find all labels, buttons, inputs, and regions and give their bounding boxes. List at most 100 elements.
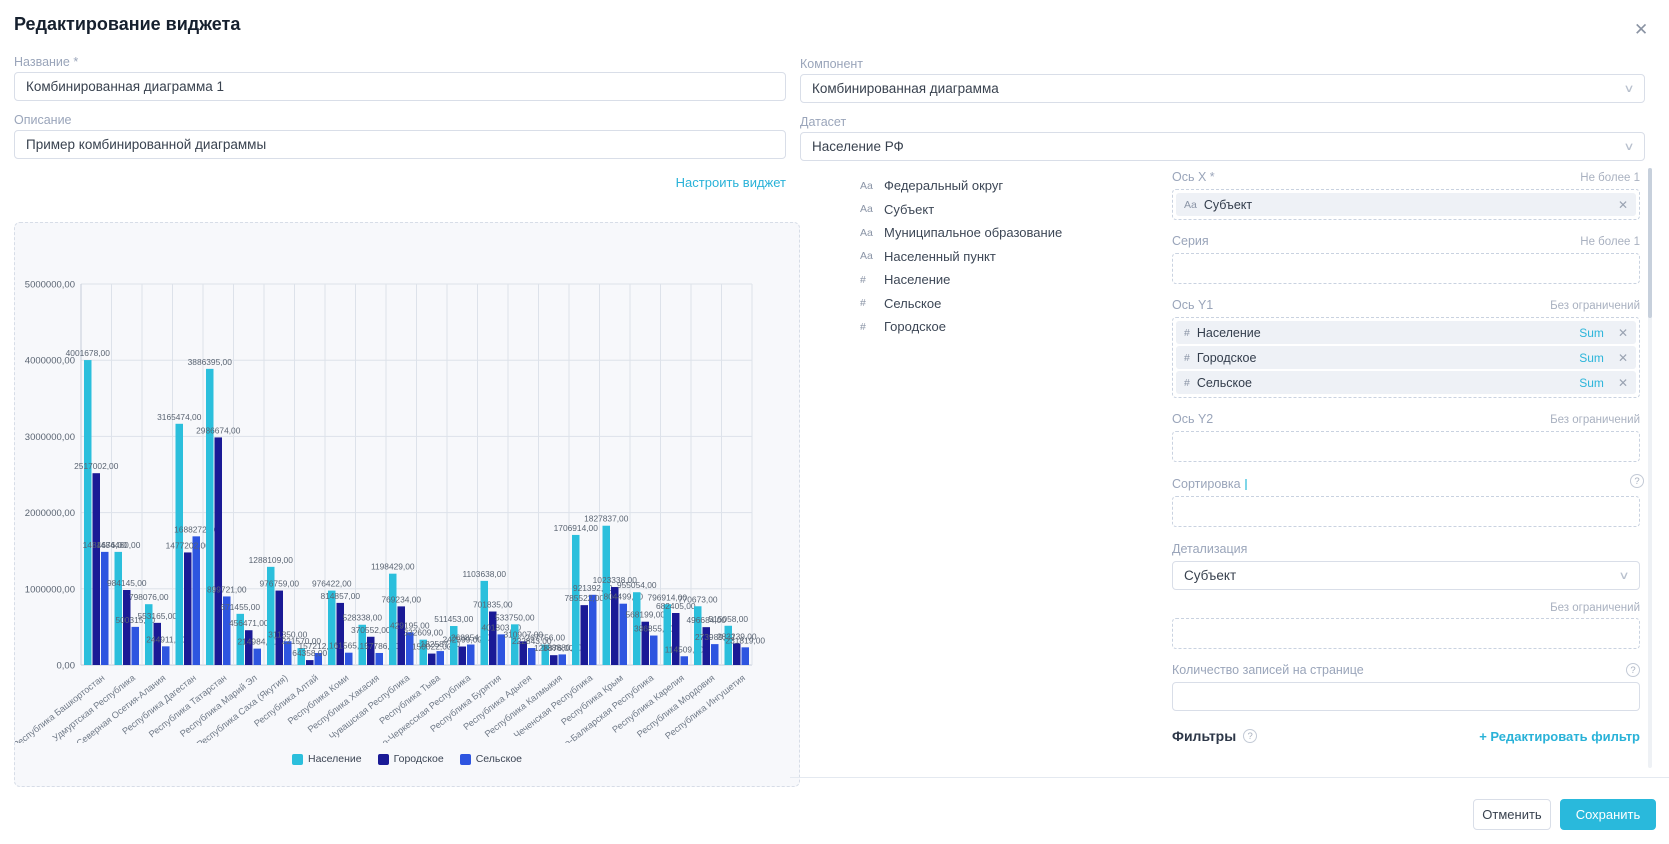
number-field-icon: # — [1184, 377, 1190, 389]
axis-y1-chip[interactable]: # СельскоеSum ✕ — [1176, 371, 1636, 394]
dataset-field-name: Городское — [884, 319, 946, 334]
text-field-icon: Aa — [1184, 199, 1197, 211]
legend-swatch — [378, 754, 389, 765]
dataset-label: Датасет — [800, 115, 846, 129]
dataset-field-name: Население — [884, 272, 950, 287]
scrollbar-thumb[interactable] — [1648, 168, 1652, 318]
svg-text:5000000,00: 5000000,00 — [25, 280, 75, 291]
component-value: Комбинированная диаграмма — [812, 81, 999, 96]
axis-y2-dropzone[interactable] — [1172, 431, 1640, 462]
axis-y1-limit: Без ограничений — [1550, 300, 1640, 312]
remove-icon[interactable]: ✕ — [1618, 351, 1628, 365]
text-field-icon: Aa — [860, 180, 884, 192]
description-input[interactable]: Пример комбинированной диаграммы — [14, 130, 786, 159]
dataset-field-name: Федеральный округ — [884, 178, 1003, 193]
dataset-value: Население РФ — [812, 139, 904, 154]
component-select[interactable]: Комбинированная диаграмма ∨ — [800, 74, 1645, 103]
axis-y1-chip[interactable]: #ГородскоеSum✕ — [1176, 346, 1636, 369]
axis-y1-dropzone[interactable]: #НаселениеSum✕#ГородскоеSum✕#СельскоеSum… — [1172, 317, 1640, 398]
dataset-field-item[interactable]: AaНаселенный пункт — [860, 245, 1150, 269]
cancel-button[interactable]: Отменить — [1473, 799, 1551, 830]
axis-x-chip[interactable]: Aa Субъект ✕ — [1176, 193, 1636, 216]
dataset-field-item[interactable]: #Население — [860, 268, 1150, 292]
svg-text:785522,00: 785522,00 — [564, 593, 604, 603]
axis-x-chip-label: Субъект — [1204, 198, 1618, 212]
dataset-field-item[interactable]: AaФедеральный округ — [860, 174, 1150, 198]
chart-legend: Население Городское Сельское — [15, 753, 799, 765]
svg-text:2986674,00: 2986674,00 — [196, 425, 241, 435]
legend-swatch — [460, 754, 471, 765]
svg-text:3000000,00: 3000000,00 — [25, 432, 75, 443]
sorting-dropzone[interactable] — [1172, 496, 1640, 527]
svg-text:2000000,00: 2000000,00 — [25, 508, 75, 519]
svg-text:511453,00: 511453,00 — [434, 614, 473, 624]
series-label: Серия — [1172, 234, 1209, 248]
page-size-input[interactable] — [1172, 682, 1640, 711]
extra-dropzone[interactable] — [1172, 618, 1640, 649]
number-field-icon: # — [1184, 352, 1190, 364]
help-icon[interactable]: ? — [1630, 474, 1644, 488]
axis-y1-chip-label: Сельское — [1197, 376, 1579, 390]
svg-text:671455,00: 671455,00 — [220, 602, 260, 612]
svg-text:568199,00: 568199,00 — [625, 610, 665, 620]
svg-text:456471,00: 456471,00 — [229, 618, 269, 628]
aggregation-tag[interactable]: Sum — [1579, 351, 1604, 365]
name-input[interactable]: Комбинированная диаграмма 1 — [14, 72, 786, 101]
svg-text:814857,00: 814857,00 — [320, 591, 360, 601]
remove-icon[interactable]: ✕ — [1618, 376, 1628, 390]
remove-icon[interactable]: ✕ — [1618, 326, 1628, 340]
legend-item[interactable]: Сельское — [460, 753, 522, 765]
svg-text:1103638,00: 1103638,00 — [462, 569, 506, 579]
axis-y1-chip[interactable]: # НаселениеSum ✕ — [1176, 321, 1636, 344]
chevron-down-icon: ∨ — [1623, 140, 1634, 153]
svg-text:553165,00: 553165,00 — [137, 611, 177, 621]
save-button[interactable]: Сохранить — [1560, 799, 1656, 830]
aggregation-tag[interactable]: Sum — [1579, 376, 1604, 390]
dataset-field-name: Муниципальное образование — [884, 225, 1062, 240]
help-icon[interactable]: ? — [1626, 663, 1640, 677]
detail-select[interactable]: Субъект ∨ — [1172, 561, 1640, 590]
axis-x-dropzone[interactable]: Aa Субъект ✕ — [1172, 189, 1640, 220]
svg-text:1477202,00: 1477202,00 — [166, 540, 211, 550]
dataset-select[interactable]: Население РФ ∨ — [800, 132, 1645, 161]
legend-label: Сельское — [476, 753, 522, 765]
text-field-icon: Aa — [860, 227, 884, 239]
svg-text:1484460,00: 1484460,00 — [96, 540, 141, 550]
aggregation-tag[interactable]: Sum — [1579, 326, 1604, 340]
edit-filter-link[interactable]: + Редактировать фильтр — [1479, 729, 1640, 744]
dataset-field-item[interactable]: AaМуниципальное образование — [860, 221, 1150, 245]
legend-label: Население — [308, 753, 362, 765]
svg-text:1827837,00: 1827837,00 — [584, 514, 629, 524]
dataset-field-item[interactable]: #Сельское — [860, 292, 1150, 316]
close-icon[interactable]: ✕ — [1634, 20, 1648, 40]
legend-swatch — [292, 754, 303, 765]
svg-text:515058,00: 515058,00 — [708, 614, 748, 624]
number-field-icon: # — [1184, 327, 1190, 339]
dataset-field-item[interactable]: AaСубъект — [860, 198, 1150, 222]
dataset-field-item[interactable]: #Городское — [860, 315, 1150, 339]
axis-y2-label: Ось Y2 — [1172, 412, 1213, 426]
dataset-field-list: AaФедеральный округAaСубъектAaМуниципаль… — [860, 174, 1150, 339]
number-field-icon: # — [860, 321, 884, 333]
chevron-down-icon: ∨ — [1623, 82, 1634, 95]
axis-y1-chip-label: Население — [1197, 326, 1579, 340]
series-dropzone[interactable] — [1172, 253, 1640, 284]
dataset-field-name: Населенный пункт — [884, 249, 996, 264]
help-icon[interactable]: ? — [1243, 729, 1257, 743]
svg-text:3165474,00: 3165474,00 — [157, 412, 202, 422]
filters-label: Фильтры — [1172, 728, 1236, 744]
svg-text:528338,00: 528338,00 — [342, 613, 382, 623]
svg-text:798076,00: 798076,00 — [129, 592, 169, 602]
dataset-field-name: Субъект — [884, 202, 934, 217]
legend-item[interactable]: Городское — [378, 753, 444, 765]
dataset-field-name: Сельское — [884, 296, 941, 311]
page-size-label: Количество записей на странице — [1172, 663, 1364, 677]
remove-icon[interactable]: ✕ — [1618, 198, 1628, 212]
svg-text:1288109,00: 1288109,00 — [249, 555, 294, 565]
legend-item[interactable]: Население — [292, 753, 362, 765]
svg-text:769234,00: 769234,00 — [381, 594, 421, 604]
configure-widget-link[interactable]: Настроить виджет — [14, 175, 786, 190]
text-field-icon: Aa — [860, 203, 884, 215]
chart-canvas[interactable]: 0,001000000,002000000,003000000,00400000… — [15, 223, 799, 743]
axis-x-label: Ось X * — [1172, 170, 1215, 184]
